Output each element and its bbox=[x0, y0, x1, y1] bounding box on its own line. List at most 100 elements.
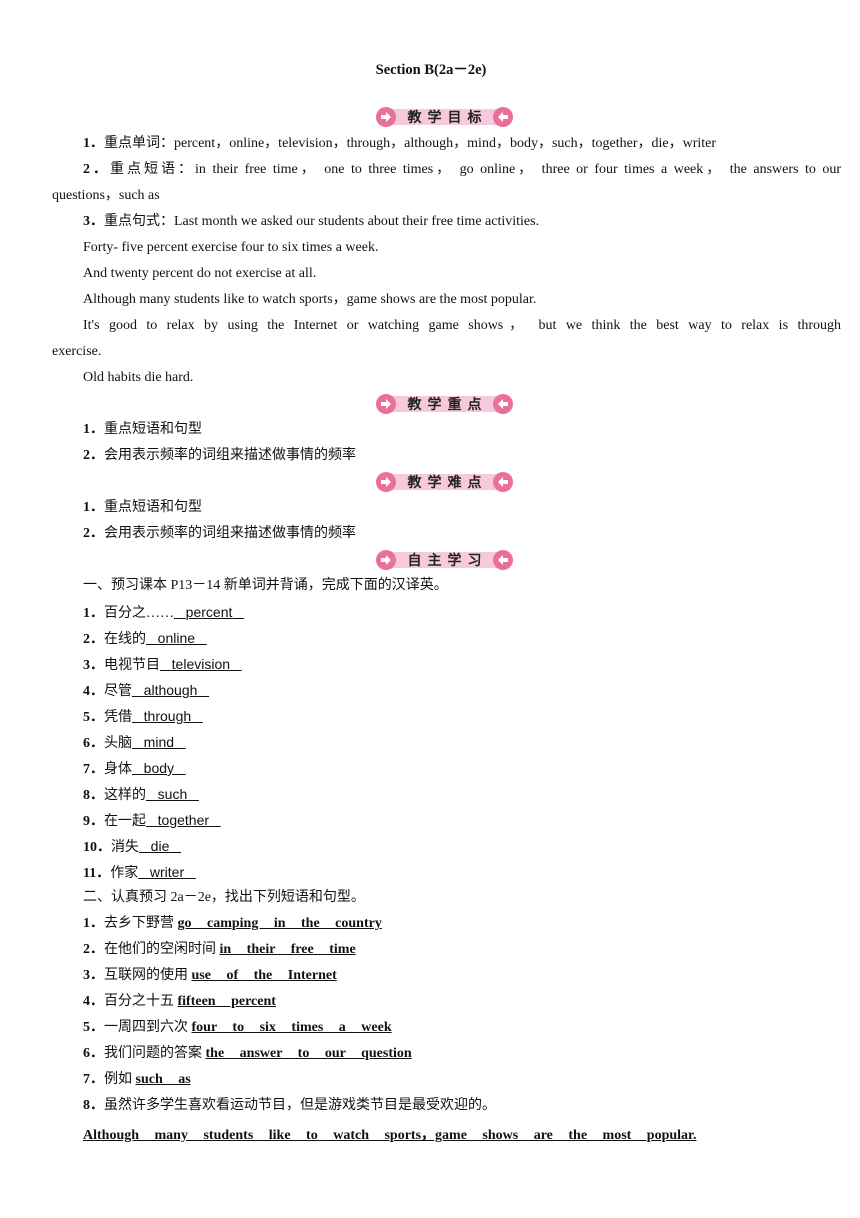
vocab-item: 2．在线的 online bbox=[52, 628, 841, 650]
objective-item-1: 1．重点单词：percent，online，television，through… bbox=[83, 136, 717, 151]
key-point-item: 1．重点短语和句型 bbox=[83, 422, 202, 437]
part1-heading: 一、预习课本 P13－14 新单词并背诵，完成下面的汉译英。 bbox=[83, 578, 448, 593]
answer-phrase: go camping in the country bbox=[177, 916, 382, 931]
item-number: 1． bbox=[83, 606, 104, 621]
item-number: 9． bbox=[83, 814, 104, 829]
banner-difficulties: 教学难点 bbox=[376, 472, 513, 492]
chinese-prompt: 虽然许多学生喜欢看运动节目，但是游戏类节目是最受欢迎的。 bbox=[104, 1098, 496, 1113]
answer-blank: online bbox=[157, 630, 196, 646]
vocab-item: 7．身体 body bbox=[52, 758, 841, 780]
difficulty-item: 1．重点短语和句型 bbox=[83, 500, 202, 515]
item-number: 4． bbox=[83, 684, 104, 699]
arrow-right-icon bbox=[376, 550, 396, 570]
item-number: 8． bbox=[83, 788, 104, 803]
chinese-prompt: 我们问题的答案 bbox=[104, 1046, 206, 1061]
banner-label: 自主学习 bbox=[407, 553, 488, 569]
item-number: 8． bbox=[83, 1098, 104, 1113]
chinese-prompt: 头脑 bbox=[104, 736, 132, 751]
item-number: 11． bbox=[83, 866, 111, 881]
chinese-prompt: 电视节目 bbox=[104, 658, 160, 673]
item-number: 3． bbox=[83, 658, 104, 673]
chinese-prompt: 作家 bbox=[110, 866, 139, 881]
vocab-item: 9．在一起 together bbox=[52, 810, 841, 832]
phrase-item: 8．虽然许多学生喜欢看运动节目，但是游戏类节目是最受欢迎的。 bbox=[52, 1096, 841, 1116]
banner-objectives: 教学目标 bbox=[376, 107, 513, 127]
arrow-left-icon bbox=[493, 394, 513, 414]
vocab-item: 3．电视节目 television bbox=[52, 654, 841, 676]
chinese-prompt: 凭借 bbox=[104, 710, 132, 725]
chinese-prompt: 互联网的使用 bbox=[104, 968, 192, 983]
chinese-prompt: 身体 bbox=[104, 762, 132, 777]
objective-item-3: 3．重点句式：Last month we asked our students … bbox=[83, 214, 540, 229]
chinese-prompt: 消失 bbox=[111, 840, 139, 855]
answer-blank: television bbox=[171, 656, 231, 672]
answer-phrase: in their free time bbox=[219, 942, 356, 957]
answer-blank: although bbox=[143, 682, 198, 698]
item-number: 2． bbox=[83, 632, 104, 647]
chinese-prompt: 尽管 bbox=[104, 684, 132, 699]
phrase-item: 3．互联网的使用 use of the Internet bbox=[52, 966, 841, 986]
banner-label: 教学目标 bbox=[407, 110, 488, 126]
difficulty-item: 2．会用表示频率的词组来描述做事情的频率 bbox=[83, 526, 356, 541]
item-number: 7． bbox=[83, 762, 104, 777]
arrow-left-icon bbox=[493, 107, 513, 127]
answer-blank: percent bbox=[185, 604, 233, 620]
arrow-right-icon bbox=[376, 394, 396, 414]
banner-key-points: 教学重点 bbox=[376, 394, 513, 414]
item-number: 10． bbox=[83, 840, 111, 855]
chinese-prompt: 这样的 bbox=[104, 788, 146, 803]
chinese-prompt: 在一起 bbox=[104, 814, 146, 829]
answer-phrase: use of the Internet bbox=[191, 968, 337, 983]
answer-blank: die bbox=[150, 838, 170, 854]
chinese-prompt: 在线的 bbox=[104, 632, 146, 647]
vocab-item: 11．作家 writer bbox=[52, 862, 841, 884]
answer-blank: writer bbox=[149, 864, 185, 880]
answer-blank: together bbox=[157, 812, 210, 828]
chinese-prompt: 一周四到六次 bbox=[104, 1020, 192, 1035]
part2-item8-answer: Although many students like to watch spo… bbox=[83, 1128, 697, 1143]
arrow-right-icon bbox=[376, 107, 396, 127]
answer-blank: mind bbox=[143, 734, 175, 750]
arrow-left-icon bbox=[493, 550, 513, 570]
vocab-item: 6．头脑 mind bbox=[52, 732, 841, 754]
answer-blank: body bbox=[143, 760, 175, 776]
vocab-item: 4．尽管 although bbox=[52, 680, 841, 702]
banner-label: 教学难点 bbox=[407, 475, 488, 491]
objective-item-2-cont: questions，such as bbox=[52, 188, 160, 203]
sentence: And twenty percent do not exercise at al… bbox=[83, 266, 317, 281]
answer-phrase: such as bbox=[135, 1072, 191, 1087]
sentence: Forty- five percent exercise four to six… bbox=[83, 240, 379, 255]
arrow-left-icon bbox=[493, 472, 513, 492]
answer-phrase: fifteen percent bbox=[177, 994, 276, 1009]
vocab-item: 8．这样的 such bbox=[52, 784, 841, 806]
answer-phrase: four to six times a week bbox=[191, 1020, 392, 1035]
chinese-prompt: 例如 bbox=[104, 1072, 136, 1087]
item-number: 5． bbox=[83, 1020, 104, 1035]
arrow-right-icon bbox=[376, 472, 396, 492]
chinese-prompt: 百分之…… bbox=[104, 606, 174, 621]
chinese-prompt: 在他们的空闲时间 bbox=[104, 942, 220, 957]
sentence: It's good to relax by using the Internet… bbox=[83, 318, 841, 333]
item-number: 7． bbox=[83, 1072, 104, 1087]
item-number: 5． bbox=[83, 710, 104, 725]
answer-blank: such bbox=[157, 786, 188, 802]
sentence: Old habits die hard. bbox=[83, 370, 194, 385]
phrase-item: 4．百分之十五 fifteen percent bbox=[52, 992, 841, 1012]
item-number: 6． bbox=[83, 736, 104, 751]
banner-self-study: 自主学习 bbox=[376, 550, 513, 570]
key-point-item: 2．会用表示频率的词组来描述做事情的频率 bbox=[83, 448, 356, 463]
item-number: 3． bbox=[83, 968, 104, 983]
sentence: Although many students like to watch spo… bbox=[83, 292, 537, 307]
part2-heading: 二、认真预习 2a－2e，找出下列短语和句型。 bbox=[83, 890, 365, 905]
section-title: Section B(2a－2e) bbox=[375, 62, 487, 78]
phrase-item: 7．例如 such as bbox=[52, 1070, 841, 1090]
item-number: 1． bbox=[83, 916, 104, 931]
item-number: 4． bbox=[83, 994, 104, 1009]
item-number: 2． bbox=[83, 942, 104, 957]
phrase-item: 2．在他们的空闲时间 in their free time bbox=[52, 940, 841, 960]
objective-item-2: 2．重点短语：in their free time， one to three … bbox=[83, 162, 842, 177]
answer-phrase: the answer to our question bbox=[205, 1046, 412, 1061]
item-number: 6． bbox=[83, 1046, 104, 1061]
phrase-item: 6．我们问题的答案 the answer to our question bbox=[52, 1044, 841, 1064]
vocab-item: 10．消失 die bbox=[52, 836, 841, 858]
